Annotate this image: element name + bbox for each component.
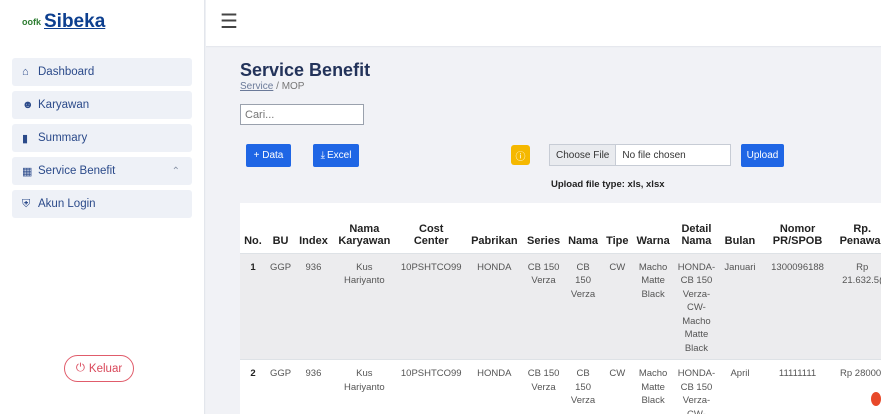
table-cell: HONDA — [465, 359, 524, 414]
table-cell: CW — [602, 359, 633, 414]
table-cell: 2 — [240, 359, 266, 414]
data-table: No. BU Index Nama Karyawan Cost Center P… — [240, 203, 881, 414]
table-cell: HONDA — [465, 252, 524, 360]
sidebar: oofk Sibeka ⌂ Dashboard ☻ Karyawan ▮ Sum… — [0, 0, 205, 414]
logout-label: Keluar — [88, 362, 123, 375]
logout-button[interactable]: ⏻ Keluar — [64, 355, 134, 382]
column-header[interactable]: Nomor PR/SPOB — [761, 203, 835, 253]
table-cell: HONDA- CB 150 Verza- CW- — [673, 359, 720, 414]
brand[interactable]: oofk Sibeka — [0, 0, 204, 44]
column-header[interactable]: Pabrikan — [466, 203, 523, 253]
home-icon: ⌂ — [22, 66, 29, 78]
excel-label: Excel — [326, 150, 352, 161]
upload-button[interactable]: Upload — [741, 144, 784, 167]
column-header[interactable]: Tipe — [602, 203, 632, 253]
breadcrumb-current: MOP — [281, 81, 305, 92]
table-cell: CB 150 Verza — [564, 359, 603, 414]
column-header[interactable]: Detail Nama — [674, 203, 719, 253]
table-cell: April — [719, 359, 761, 414]
table-cell: GGP — [265, 359, 296, 414]
file-input[interactable]: Choose File No file chosen — [549, 144, 731, 166]
table-cell: HONDA- CB 150 Verza- CW- Macho Matte Bla… — [673, 252, 720, 360]
main-content: Service Benefit Service / MOP + Data ⤓ E… — [206, 48, 881, 414]
chevron-up-icon[interactable]: ⌃ — [172, 166, 180, 177]
floating-action-icon[interactable] — [871, 392, 881, 406]
data-table-container: No. BU Index Nama Karyawan Cost Center P… — [240, 203, 881, 414]
column-header[interactable]: Series — [523, 203, 564, 253]
download-icon: ⤓ — [320, 150, 325, 161]
choose-file-button[interactable]: Choose File — [550, 145, 617, 165]
column-header[interactable]: Rp. Penawar — [834, 203, 881, 253]
file-icon: ▮ — [22, 132, 29, 145]
table-cell: 936 — [295, 252, 332, 360]
column-header[interactable]: Nama Karyawan — [332, 203, 397, 253]
file-status: No file chosen — [622, 149, 686, 161]
table-row[interactable]: 1 GGP 936 Kus Hariyanto 10PSHTCO99 HONDA… — [240, 252, 881, 360]
column-header[interactable]: Bulan — [719, 203, 761, 253]
sidebar-item-label: Dashboard — [38, 66, 95, 78]
breadcrumb: Service / MOP — [240, 81, 304, 92]
breadcrumb-separator: / — [276, 81, 279, 92]
export-excel-button[interactable]: ⤓ Excel — [313, 144, 359, 167]
column-header[interactable]: Cost Center — [397, 203, 466, 253]
table-cell: 936 — [295, 359, 332, 414]
sidebar-item-label: Karyawan — [38, 99, 90, 111]
sidebar-item-label: Akun Login — [38, 198, 96, 210]
table-cell: CB 150 Verza — [523, 359, 565, 414]
table-cell: 1 — [240, 252, 266, 360]
sidebar-item-summary[interactable]: ▮ Summary — [12, 124, 192, 152]
search-input[interactable] — [240, 104, 364, 125]
table-header-row: No. BU Index Nama Karyawan Cost Center P… — [240, 203, 881, 253]
sidebar-item-service-benefit[interactable]: ▦ Service Benefit ⌃ — [12, 157, 192, 185]
brand-logo: oofk — [22, 17, 41, 27]
add-data-button[interactable]: + Data — [246, 144, 291, 167]
sidebar-nav: ⌂ Dashboard ☻ Karyawan ▮ Summary ▦ Servi… — [0, 44, 204, 218]
sidebar-item-label: Summary — [38, 132, 88, 144]
power-icon: ⏻ — [75, 362, 85, 374]
topbar: ☰ — [206, 0, 881, 47]
table-cell: Kus Hariyanto — [331, 252, 397, 360]
page-title: Service Benefit — [240, 60, 371, 80]
column-header[interactable]: No. — [240, 203, 266, 253]
brand-name[interactable]: Sibeka — [44, 11, 105, 33]
column-header[interactable]: BU — [266, 203, 295, 253]
column-header[interactable]: Warna — [632, 203, 673, 253]
table-cell: Macho Matte Black — [632, 252, 674, 360]
table-cell: CW — [602, 252, 633, 360]
sidebar-item-dashboard[interactable]: ⌂ Dashboard — [12, 58, 192, 86]
table-row[interactable]: 2 GGP 936 Kus Hariyanto 10PSHTCO99 HONDA… — [240, 359, 881, 414]
table-cell: Januari — [719, 252, 761, 360]
upload-hint: Upload file type: xls, xlsx — [551, 179, 665, 190]
table-cell: Rp 21.632.5( — [834, 252, 881, 360]
table-cell: 10PSHTCO99 — [396, 252, 466, 360]
table-icon: ▦ — [22, 165, 33, 178]
breadcrumb-link[interactable]: Service — [240, 81, 273, 92]
column-header[interactable]: Index — [295, 203, 332, 253]
sidebar-item-karyawan[interactable]: ☻ Karyawan — [12, 91, 192, 119]
table-cell: CB 150 Verza — [564, 252, 603, 360]
info-icon[interactable]: ⓘ — [511, 145, 530, 165]
table-cell: Macho Matte Black — [632, 359, 674, 414]
table-cell: CB 150 Verza — [523, 252, 565, 360]
table-cell: 1300096188 — [760, 252, 835, 360]
sidebar-item-akun-login[interactable]: ⛨ Akun Login — [12, 190, 192, 218]
table-cell: Kus Hariyanto — [331, 359, 397, 414]
column-header[interactable]: Nama — [564, 203, 602, 253]
users-icon: ☻ — [22, 99, 34, 111]
hamburger-menu-icon[interactable]: ☰ — [220, 12, 238, 32]
table-cell: GGP — [265, 252, 296, 360]
sidebar-item-label: Service Benefit — [38, 165, 116, 177]
shield-icon: ⛨ — [22, 197, 31, 210]
table-cell: 11111111 — [760, 359, 835, 414]
table-cell: 10PSHTCO99 — [396, 359, 466, 414]
